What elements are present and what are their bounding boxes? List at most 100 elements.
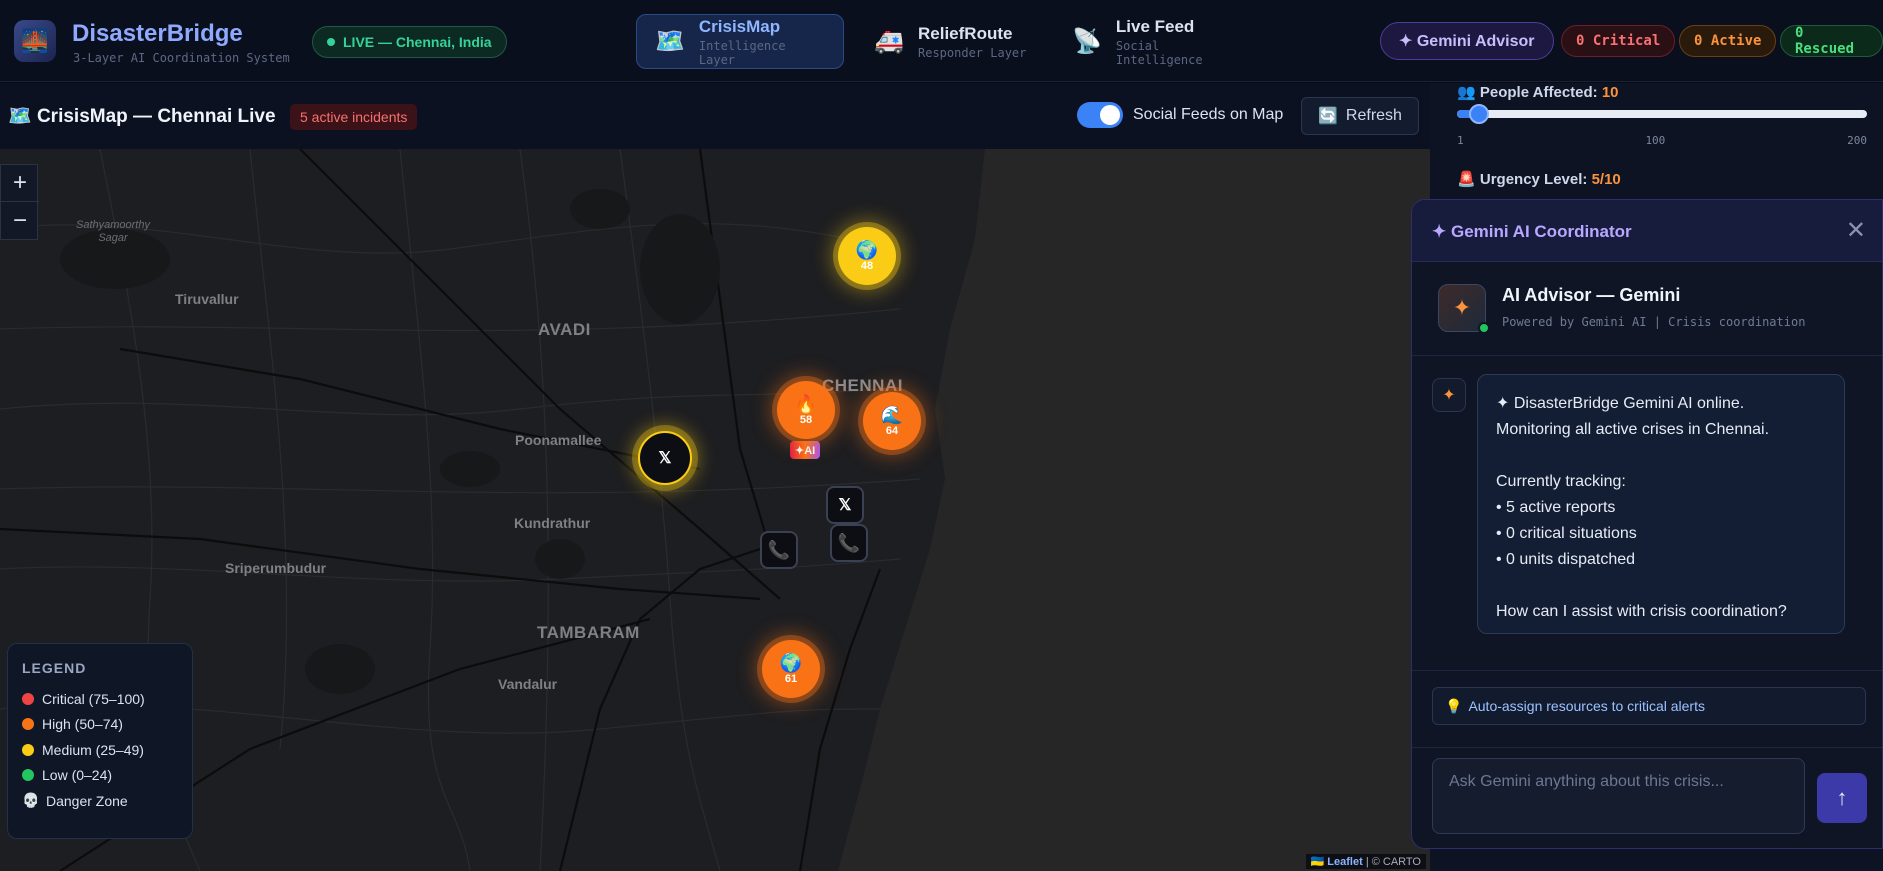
slider-tick: 1: [1457, 134, 1464, 147]
x-post-marker[interactable]: 𝕏: [638, 431, 692, 485]
social-feeds-toggle[interactable]: [1077, 102, 1123, 128]
message-line: Currently tracking:: [1496, 473, 1626, 490]
wave-icon: 🌊: [880, 405, 904, 425]
send-button[interactable]: ↑: [1817, 773, 1867, 823]
urgency-level-label: 🚨 Urgency Level: 5/10: [1457, 170, 1621, 188]
advisor-powered-by: Powered by Gemini AI | Crisis coordinati…: [1502, 315, 1806, 329]
tab-title: ReliefRoute: [918, 23, 1013, 43]
tab-reliefroute[interactable]: 🚑 ReliefRoute Responder Layer: [856, 14, 1046, 69]
legend-label: Low (0–24): [42, 767, 113, 784]
sparkle-icon: ✦: [1432, 378, 1466, 412]
message-line: Monitoring all active crises in Chennai.: [1496, 421, 1770, 438]
app-subtitle: 3-Layer AI Coordination System: [73, 51, 290, 65]
marker-score: 48: [860, 260, 874, 272]
phone-icon: 📞: [767, 539, 791, 560]
message-line: • 5 active reports: [1496, 499, 1616, 516]
critical-dot-icon: [22, 692, 34, 705]
gemini-chat-input[interactable]: [1432, 758, 1805, 834]
crisis-map[interactable]: + − Sathyamoorthy Sagar Tiruvallur AVADI…: [0, 149, 1430, 871]
earth-icon: 🌍: [855, 240, 879, 260]
gemini-advisor-button[interactable]: ✦ Gemini Advisor: [1380, 22, 1554, 60]
people-label-text: People Affected:: [1479, 84, 1598, 101]
slider-tick: 100: [1645, 134, 1666, 147]
carto-credit: | © CARTO: [1365, 856, 1421, 868]
tab-title: Live Feed: [1115, 16, 1195, 36]
people-icon: 👥: [1457, 84, 1476, 101]
place-label: Sathyamoorthy Sagar: [76, 219, 150, 244]
x-post-marker[interactable]: 𝕏: [826, 486, 864, 524]
chat-input-area: ↑: [1412, 747, 1882, 848]
x-icon: 𝕏: [658, 450, 672, 467]
place-label: Kundrathur: [514, 515, 591, 531]
slider-knob[interactable]: [1469, 104, 1489, 124]
incident-marker[interactable]: 🔥 58: [777, 381, 835, 439]
zoom-control: + −: [0, 164, 39, 240]
x-icon: 𝕏: [838, 497, 852, 514]
suggestion-chip[interactable]: 💡 Auto-assign resources to critical aler…: [1432, 687, 1866, 725]
call-marker[interactable]: 📞: [760, 531, 798, 569]
tab-subtitle: Responder Layer: [918, 45, 1027, 60]
online-indicator: [1478, 322, 1490, 334]
legend-title: LEGEND: [22, 660, 87, 676]
legend-item: Low (0–24): [22, 763, 178, 789]
social-feeds-label: Social Feeds on Map: [1133, 106, 1284, 123]
tab-title: CrisisMap: [698, 16, 781, 36]
legend-label: Critical (75–100): [42, 690, 145, 707]
gemini-panel-header: ✦ Gemini AI Coordinator ✕: [1412, 200, 1882, 262]
tab-subtitle: Intelligence Layer: [698, 38, 786, 67]
urgency-label-text: Urgency Level:: [1479, 171, 1588, 188]
message-line: • 0 units dispatched: [1496, 551, 1636, 568]
ai-tag-badge: ✦AI: [790, 441, 821, 459]
ambulance-icon: 🚑: [874, 28, 904, 55]
leaflet-link[interactable]: Leaflet: [1327, 856, 1362, 868]
people-slider[interactable]: [1457, 104, 1867, 124]
incident-marker[interactable]: 🌊 64: [863, 392, 921, 450]
people-affected-label: 👥 People Affected: 10: [1457, 83, 1619, 101]
marker-score: 64: [885, 425, 899, 437]
map-legend: LEGEND Critical (75–100) High (50–74) Me…: [7, 643, 193, 839]
legend-label: Medium (25–49): [42, 741, 144, 758]
logo-icon: 🌉: [14, 20, 56, 62]
zoom-in-button[interactable]: +: [1, 165, 39, 202]
refresh-button[interactable]: 🔄 Refresh: [1301, 97, 1419, 135]
rescued-count-badge: 0 Rescued: [1780, 25, 1883, 57]
place-label: AVADI: [538, 320, 591, 339]
phone-icon: 📞: [837, 532, 861, 553]
place-label: TAMBARAM: [537, 623, 640, 642]
incident-marker[interactable]: 🌍 61: [762, 640, 820, 698]
map-attribution: 🇺🇦 Leaflet | © CARTO: [1305, 854, 1426, 869]
legend-item: High (50–74): [22, 712, 178, 738]
call-marker[interactable]: 📞: [830, 524, 868, 562]
people-value: 10: [1601, 84, 1619, 101]
app-name: DisasterBridge: [72, 20, 243, 47]
place-label: Sriperumbudur: [225, 560, 327, 576]
map-title: 🗺️ CrisisMap — Chennai Live: [8, 104, 276, 128]
advisor-name: AI Advisor — Gemini: [1502, 285, 1681, 305]
tab-crisismap[interactable]: 🗺️ CrisisMap Intelligence Layer: [636, 14, 844, 69]
satellite-icon: 📡: [1072, 28, 1102, 55]
low-dot-icon: [22, 769, 34, 782]
close-icon[interactable]: ✕: [1846, 216, 1866, 245]
live-status-badge: LIVE — Chennai, India: [312, 26, 507, 58]
active-count-badge: 0 Active: [1679, 25, 1777, 57]
map-tiles: [0, 149, 1430, 871]
map-toolbar: 🗺️ CrisisMap — Chennai Live 5 active inc…: [0, 83, 1430, 149]
tab-live-feed[interactable]: 📡 Live Feed Social Intelligence: [1054, 14, 1254, 69]
incident-marker[interactable]: 🌍 48: [838, 227, 896, 285]
critical-count-badge: 0 Critical: [1561, 25, 1676, 57]
marker-score: 58: [799, 414, 813, 426]
zoom-out-button[interactable]: −: [1, 202, 39, 239]
map-icon: 🗺️: [655, 28, 685, 55]
live-dot-icon: [327, 38, 335, 46]
urgency-value: 5/10: [1591, 171, 1621, 188]
app-header: 🌉 DisasterBridge 3-Layer AI Coordination…: [0, 0, 1883, 82]
refresh-icon: 🔄: [1318, 108, 1338, 125]
high-dot-icon: [22, 718, 34, 731]
slider-ticks: 1 100 200: [1457, 134, 1867, 147]
flag-icon: 🇺🇦: [1310, 856, 1325, 868]
live-status-text: LIVE — Chennai, India: [343, 34, 492, 50]
gemini-identity: ✦ AI Advisor — Gemini Powered by Gemini …: [1412, 262, 1882, 356]
lightbulb-icon: 💡: [1445, 697, 1463, 714]
legend-label: High (50–74): [42, 716, 123, 733]
